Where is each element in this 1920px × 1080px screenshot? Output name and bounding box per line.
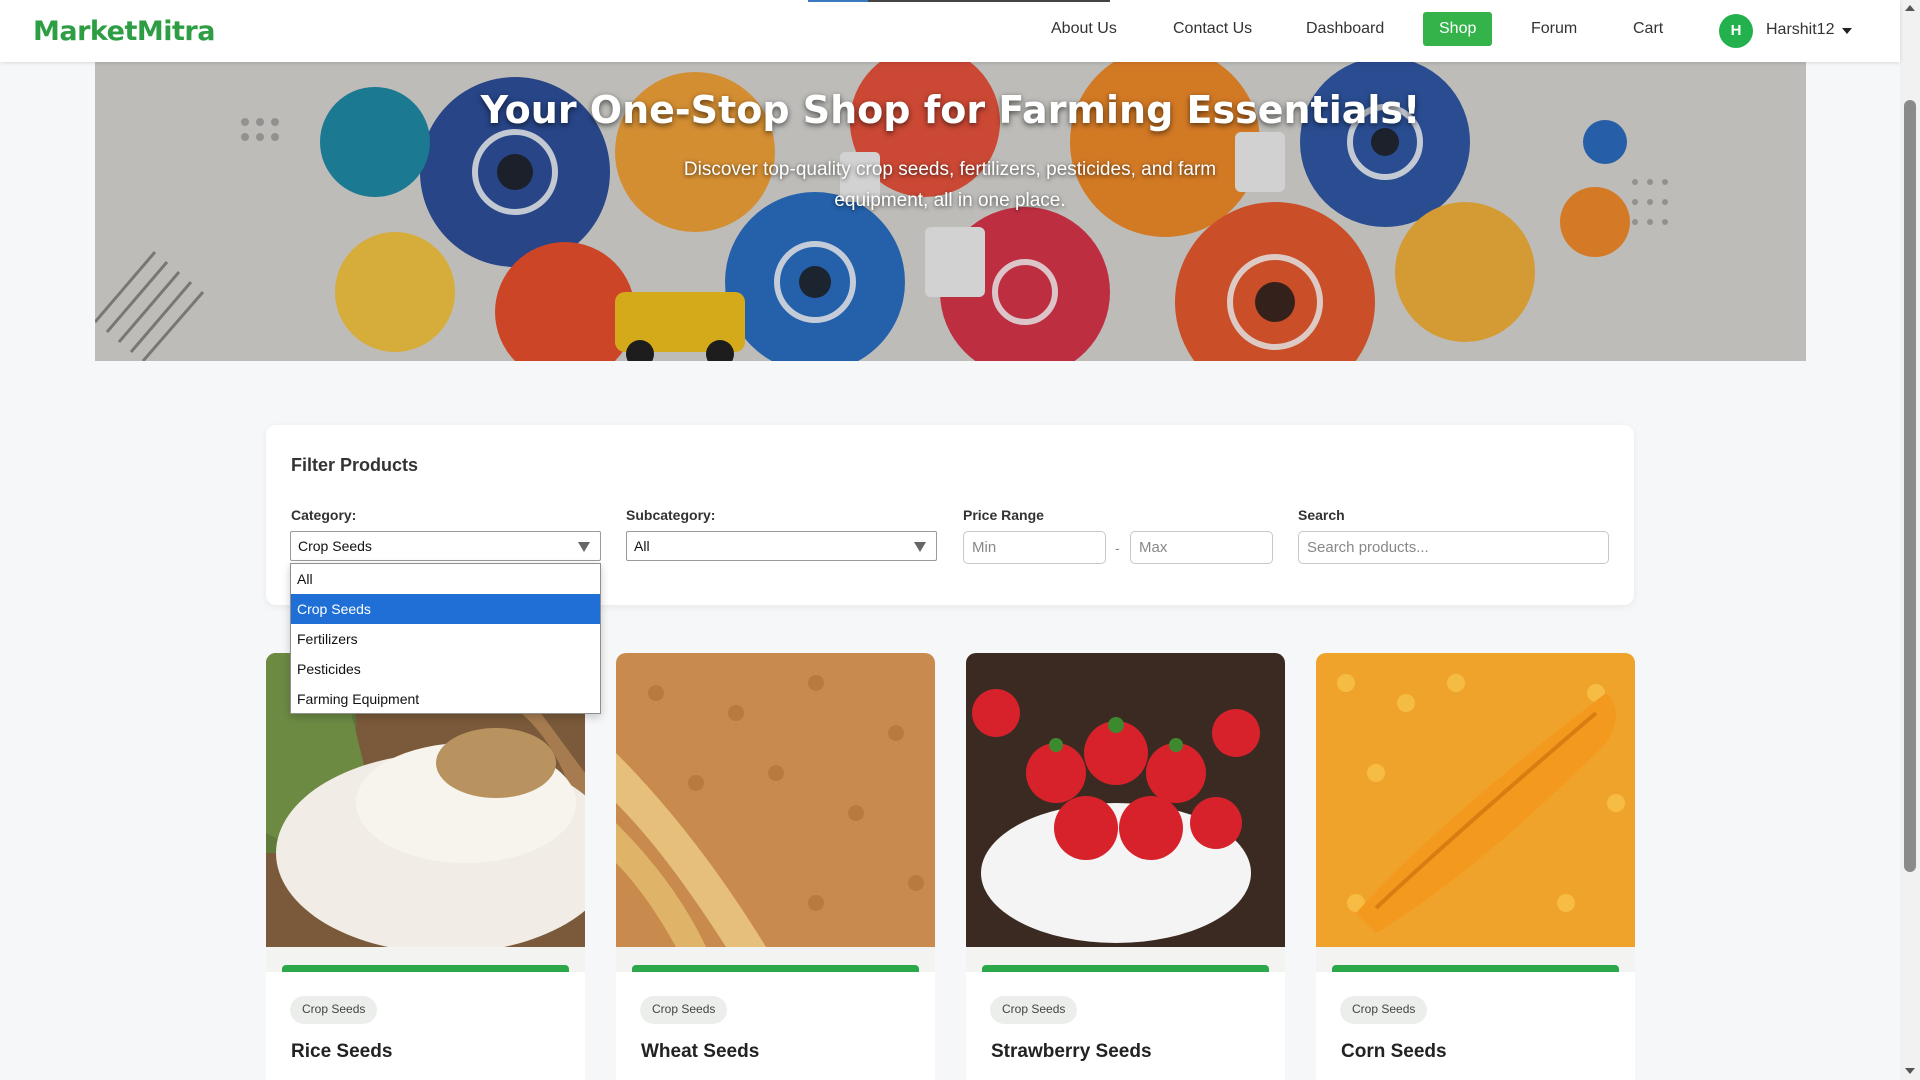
hero-subtitle: Discover top-quality crop seeds, fertili… — [683, 159, 1217, 211]
product-card[interactable]: Crop Seeds Strawberry Seeds — [966, 653, 1285, 1080]
category-option-all[interactable]: All — [291, 564, 600, 594]
nav-link-shop[interactable]: Shop — [1423, 12, 1493, 46]
product-card-accent-bar — [632, 965, 919, 972]
search-input[interactable]: Search products... — [1298, 531, 1609, 564]
scroll-up-arrow-icon[interactable] — [1905, 5, 1915, 11]
hero-banner: Your One-Stop Shop for Farming Essential… — [95, 62, 1806, 361]
subcategory-select-arrow-icon — [914, 542, 926, 552]
subcategory-select-value: All — [634, 538, 650, 554]
search-label: Search — [1298, 507, 1345, 523]
user-avatar[interactable]: H — [1719, 14, 1753, 48]
category-label: Category: — [291, 507, 357, 523]
product-name[interactable]: Rice Seeds — [291, 1041, 392, 1063]
username-label[interactable]: Harshit12 — [1766, 21, 1834, 39]
product-category-tag: Crop Seeds — [1340, 996, 1428, 1024]
user-menu-chevron-down-icon[interactable] — [1842, 28, 1852, 34]
category-option-crop-seeds[interactable]: Crop Seeds — [291, 594, 600, 624]
product-image-wheat[interactable] — [616, 653, 935, 947]
product-card[interactable]: Crop Seeds Corn Seeds — [1316, 653, 1635, 1080]
scroll-down-arrow-icon[interactable] — [1905, 1068, 1915, 1074]
product-card[interactable]: Crop Seeds Wheat Seeds — [616, 653, 935, 1080]
brand-logo[interactable]: MarketMitra — [33, 16, 215, 47]
page-loading-bar — [808, 0, 1110, 2]
scrollbar-thumb[interactable] — [1904, 100, 1916, 872]
category-option-fertilizers[interactable]: Fertilizers — [291, 624, 600, 654]
price-min-input[interactable]: Min — [963, 531, 1106, 564]
product-name[interactable]: Strawberry Seeds — [991, 1041, 1152, 1063]
product-image-strawberry[interactable] — [966, 653, 1285, 947]
category-select-value: Crop Seeds — [298, 538, 372, 554]
top-navbar: MarketMitra About Us Contact Us Dashboar… — [0, 0, 1900, 62]
price-range-separator: - — [1115, 540, 1120, 556]
category-option-pesticides[interactable]: Pesticides — [291, 654, 600, 684]
subcategory-select[interactable]: All — [626, 531, 937, 561]
product-name[interactable]: Wheat Seeds — [641, 1041, 759, 1063]
product-name[interactable]: Corn Seeds — [1341, 1041, 1447, 1063]
product-category-tag: Crop Seeds — [290, 996, 378, 1024]
product-category-tag: Crop Seeds — [640, 996, 728, 1024]
hero-title: Your One-Stop Shop for Farming Essential… — [480, 88, 1421, 132]
nav-link-forum[interactable]: Forum — [1531, 20, 1577, 38]
category-select[interactable]: Crop Seeds — [290, 531, 601, 561]
nav-link-dashboard[interactable]: Dashboard — [1306, 20, 1384, 38]
category-option-farming-equipment[interactable]: Farming Equipment — [291, 684, 600, 714]
filter-title: Filter Products — [291, 455, 419, 475]
product-card-accent-bar — [282, 965, 569, 972]
product-card-accent-bar — [982, 965, 1269, 972]
nav-link-contact-us[interactable]: Contact Us — [1173, 20, 1252, 38]
price-range-label: Price Range — [963, 507, 1044, 523]
product-category-tag: Crop Seeds — [990, 996, 1078, 1024]
subcategory-label: Subcategory: — [626, 507, 716, 523]
product-card-accent-bar — [1332, 965, 1619, 972]
nav-link-cart[interactable]: Cart — [1633, 20, 1663, 38]
category-dropdown-list: All Crop Seeds Fertilizers Pesticides Fa… — [290, 563, 601, 714]
price-max-input[interactable]: Max — [1130, 531, 1273, 564]
product-card[interactable]: Crop Seeds Rice Seeds — [266, 653, 585, 1080]
page-scrollbar[interactable] — [1900, 0, 1920, 1080]
nav-link-about-us[interactable]: About Us — [1051, 20, 1117, 38]
product-image-corn[interactable] — [1316, 653, 1635, 947]
category-select-arrow-icon — [578, 542, 590, 552]
